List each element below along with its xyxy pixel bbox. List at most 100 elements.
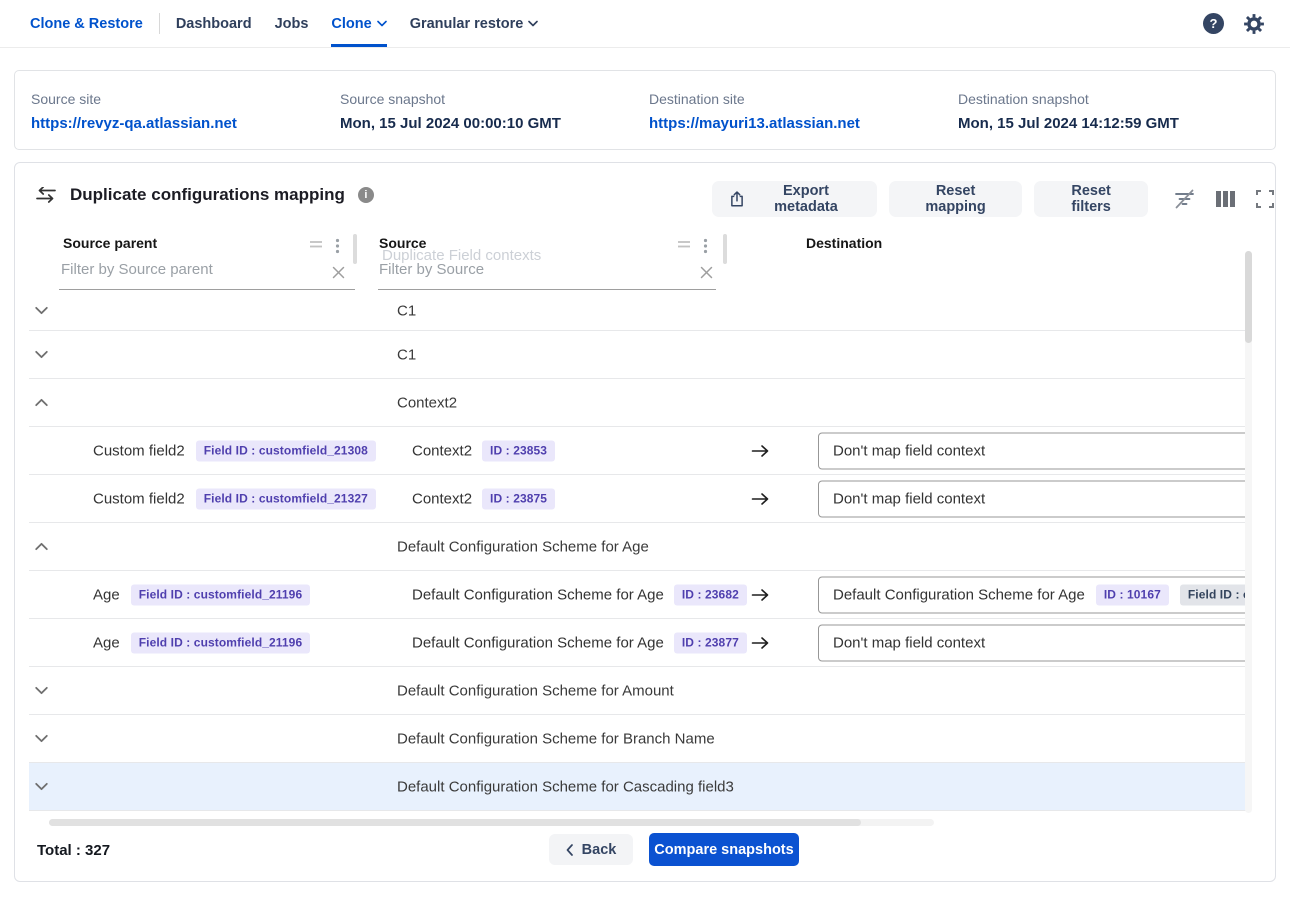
id-badge: ID : 23853 xyxy=(482,440,555,461)
destination-snapshot-value: Mon, 15 Jul 2024 14:12:59 GMT xyxy=(958,115,1179,132)
source-name: Context2 xyxy=(412,442,472,459)
source-parent-kebab-icon[interactable] xyxy=(335,238,340,254)
group-label: Default Configuration Scheme for Amount xyxy=(397,682,674,699)
expander-icon[interactable] xyxy=(33,346,51,364)
destination-select[interactable]: Don't map field context xyxy=(818,480,1251,517)
top-nav: Clone & Restore Dashboard Jobs Clone Gra… xyxy=(0,0,1290,48)
group-label: Default Configuration Scheme for Branch … xyxy=(397,730,715,747)
fullscreen-button[interactable] xyxy=(1255,189,1275,209)
help-button[interactable]: ? xyxy=(1203,13,1224,34)
reset-filters-button[interactable]: Reset filters xyxy=(1034,181,1148,217)
total-count: Total : 327 xyxy=(37,842,110,859)
expander-icon[interactable] xyxy=(33,682,51,700)
mapping-row: Age Field ID : customfield_21196 Default… xyxy=(29,619,1251,667)
source-name: Context2 xyxy=(412,490,472,507)
destination-site-value[interactable]: https://mayuri13.atlassian.net xyxy=(649,115,860,132)
expander-icon[interactable] xyxy=(33,778,51,796)
mapping-row: Custom field2 Field ID : customfield_213… xyxy=(29,427,1251,475)
nav-item-clone[interactable]: Clone xyxy=(331,0,386,47)
nav-item-label: Granular restore xyxy=(410,16,524,32)
group-label: Default Configuration Scheme for Age xyxy=(397,538,649,555)
nav-item-dashboard[interactable]: Dashboard xyxy=(176,0,252,47)
clear-filter-icon[interactable] xyxy=(700,266,713,279)
destination-select[interactable]: Don't map field context xyxy=(818,432,1251,469)
id-badge: ID : 23875 xyxy=(482,488,555,509)
help-icon: ? xyxy=(1203,13,1224,34)
source-menu-lines-icon[interactable] xyxy=(677,238,691,250)
source-parent-name: Custom field2 xyxy=(93,442,185,459)
nav-item-jobs[interactable]: Jobs xyxy=(275,0,309,47)
nav-item-granular-restore[interactable]: Granular restore xyxy=(410,0,539,47)
destination-value: Don't map field context xyxy=(833,442,985,459)
destination-snapshot-label: Destination snapshot xyxy=(958,91,1179,107)
chevron-down-icon xyxy=(377,20,387,27)
group-row[interactable]: Context2 xyxy=(29,379,1251,427)
swap-icon xyxy=(35,187,57,203)
export-metadata-label: Export metadata xyxy=(753,183,859,215)
id-badge: ID : 23877 xyxy=(674,632,747,653)
group-row[interactable]: C1 xyxy=(29,331,1251,379)
columns-button[interactable] xyxy=(1215,190,1236,208)
vertical-scrollbar-thumb[interactable] xyxy=(1245,251,1252,343)
chevron-down-icon xyxy=(528,20,538,27)
arrow-right-icon xyxy=(751,443,770,458)
id-badge: ID : 10167 xyxy=(1096,584,1169,605)
destination-value: Don't map field context xyxy=(833,490,985,507)
filter-source-parent-input[interactable] xyxy=(61,261,316,278)
source-snapshot-value: Mon, 15 Jul 2024 00:00:10 GMT xyxy=(340,115,561,132)
expander-icon[interactable] xyxy=(33,730,51,748)
group-row[interactable]: Default Configuration Scheme for Amount xyxy=(29,667,1251,715)
group-row[interactable]: Default Configuration Scheme for Age xyxy=(29,523,1251,571)
back-button[interactable]: Back xyxy=(549,834,633,865)
settings-button[interactable] xyxy=(1243,13,1265,35)
fullscreen-icon xyxy=(1255,189,1275,209)
gear-icon xyxy=(1243,13,1265,35)
reset-mapping-label: Reset mapping xyxy=(907,183,1004,215)
mapping-row: Age Field ID : customfield_21196 Default… xyxy=(29,571,1251,619)
table-body: C1 C1 Context2 Custom field2 Field ID : … xyxy=(29,291,1251,811)
columns-icon xyxy=(1215,190,1236,208)
filter-source-input[interactable] xyxy=(379,261,679,278)
source-parent-name: Age xyxy=(93,586,120,603)
clear-filter-icon[interactable] xyxy=(332,266,345,279)
destination-select[interactable]: Don't map field context xyxy=(818,624,1251,661)
group-label: Context2 xyxy=(397,394,457,411)
arrow-right-icon xyxy=(751,491,770,506)
field-id-badge: Field ID : customfield_21196 xyxy=(131,584,311,605)
source-name: Default Configuration Scheme for Age xyxy=(412,586,664,603)
source-parent-menu-lines-icon[interactable] xyxy=(309,238,323,250)
source-site-value[interactable]: https://revyz-qa.atlassian.net xyxy=(31,115,237,132)
destination-select[interactable]: Default Configuration Scheme for Age ID … xyxy=(818,576,1251,613)
destination-site-field: Destination site https://mayuri13.atlass… xyxy=(649,91,860,132)
chevron-left-icon xyxy=(566,844,573,856)
source-kebab-icon[interactable] xyxy=(703,238,708,254)
export-metadata-button[interactable]: Export metadata xyxy=(712,181,877,217)
source-snapshot-label: Source snapshot xyxy=(340,91,561,107)
back-label: Back xyxy=(582,842,617,858)
compare-snapshots-button[interactable]: Compare snapshots xyxy=(649,833,799,866)
filter-underline xyxy=(59,289,355,290)
expander-icon[interactable] xyxy=(33,394,51,412)
column-destination: Destination xyxy=(806,235,882,251)
source-snapshot-field: Source snapshot Mon, 15 Jul 2024 00:00:1… xyxy=(340,91,561,132)
clear-filters-toggle[interactable] xyxy=(1173,188,1196,210)
info-icon[interactable]: i xyxy=(358,187,374,203)
expander-icon[interactable] xyxy=(33,538,51,556)
column-resize-handle[interactable] xyxy=(353,234,357,264)
reset-mapping-button[interactable]: Reset mapping xyxy=(889,181,1022,217)
page-title: Duplicate configurations mapping xyxy=(70,185,345,205)
source-site-field: Source site https://revyz-qa.atlassian.n… xyxy=(31,91,237,132)
destination-site-label: Destination site xyxy=(649,91,860,107)
group-label: Default Configuration Scheme for Cascadi… xyxy=(397,778,734,795)
group-row[interactable]: Default Configuration Scheme for Cascadi… xyxy=(29,763,1251,811)
horizontal-scrollbar-thumb[interactable] xyxy=(49,819,861,826)
expander-icon[interactable] xyxy=(33,302,51,320)
arrow-right-icon xyxy=(751,635,770,650)
field-id-badge: Field ID : customfield_21327 xyxy=(196,488,376,509)
group-row[interactable]: Default Configuration Scheme for Branch … xyxy=(29,715,1251,763)
group-row[interactable]: C1 xyxy=(29,291,1251,331)
horizontal-scrollbar[interactable] xyxy=(49,819,934,826)
nav-brand[interactable]: Clone & Restore xyxy=(30,0,143,47)
vertical-scrollbar[interactable] xyxy=(1245,251,1252,813)
column-resize-handle[interactable] xyxy=(723,234,727,264)
